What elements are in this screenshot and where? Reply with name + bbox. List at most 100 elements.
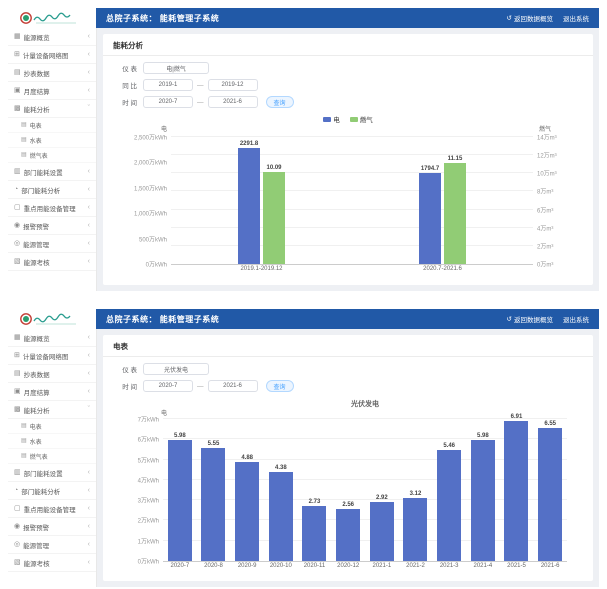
sidebar-item-label: 抄表数据 xyxy=(24,369,85,379)
sidebar-item-metering-network[interactable]: ⊞计量设备网络图‹ xyxy=(8,347,96,365)
y-axis-tick-left: 3万kWh xyxy=(138,496,159,505)
category-slot: 1794.711.152020.7-2021.6 xyxy=(352,137,533,264)
gas-bar[interactable]: 11.15 xyxy=(444,163,466,264)
time-from-input[interactable]: 2020-7 xyxy=(143,380,193,392)
bar-group: 1794.711.15 xyxy=(352,137,533,264)
header-actions: ↺返回数据概览 退出系统 xyxy=(507,309,599,329)
category-slot: 4.382020-10 xyxy=(264,419,298,561)
sidebar-item-energy-analysis[interactable]: ▩能耗分析ˇ xyxy=(8,100,96,118)
sidebar-item-key-equipment[interactable]: ▢重点用能设备管理‹ xyxy=(8,500,96,518)
compare-period-row: 同 比 2019-1 — 2019-12 xyxy=(113,79,583,91)
electric-bar[interactable]: 5.46 xyxy=(437,450,461,561)
monthly-settlement-icon: ▣ xyxy=(14,388,21,395)
electric-bar[interactable]: 5.98 xyxy=(471,440,495,561)
sidebar-item-dept-energy-settings[interactable]: ▥部门能耗设置‹ xyxy=(8,464,96,482)
sidebar-item-label: 能源概览 xyxy=(24,333,85,343)
sidebar-subitem-electric-meter[interactable]: ▤电表 xyxy=(8,118,96,133)
meter-doc-icon: ▤ xyxy=(21,423,27,429)
time-to-input[interactable]: 2021-6 xyxy=(208,96,258,108)
dept-energy-settings-icon: ▥ xyxy=(14,469,21,476)
back-to-overview-label: 返回数据概览 xyxy=(514,13,553,23)
chart-legend: 电燃气 xyxy=(113,114,583,124)
electric-bar[interactable]: 2.73 xyxy=(302,506,326,561)
electric-bar[interactable]: 6.55 xyxy=(538,428,562,561)
electric-bar[interactable]: 3.12 xyxy=(403,498,427,561)
bar-group: 2.56 xyxy=(331,419,365,561)
sidebar-item-alarm-warning[interactable]: ◉报警预警‹ xyxy=(8,518,96,536)
energy-assessment-icon: ▧ xyxy=(14,559,21,566)
sidebar-item-meter-reading[interactable]: ▤抄表数据‹ xyxy=(8,64,96,82)
meter-doc-icon: ▤ xyxy=(21,137,27,143)
page: 总院子系统： 能耗管理子系统 ↺返回数据概览 退出系统 ▦能源概览‹⊞计量设备网… xyxy=(0,0,607,587)
logout-link[interactable]: 退出系统 xyxy=(563,314,589,324)
y-axis-tick-left: 2,500万kWh xyxy=(134,133,167,142)
sidebar-item-energy-overview[interactable]: ▦能源概览‹ xyxy=(8,28,96,46)
sidebar-item-energy-management[interactable]: ◎能源管理‹ xyxy=(8,235,96,253)
electric-bar[interactable]: 4.88 xyxy=(235,462,259,561)
query-button[interactable]: 查询 xyxy=(266,380,294,392)
bar-value-label: 5.98 xyxy=(477,433,489,439)
y-axis-tick-left: 1万kWh xyxy=(138,536,159,545)
sidebar-item-energy-assessment[interactable]: ▧能源考核‹ xyxy=(8,253,96,271)
category-slot: 5.462021-3 xyxy=(432,419,466,561)
meter-select[interactable]: 光伏发电 xyxy=(143,363,209,375)
app-title: 总院子系统： 能耗管理子系统 xyxy=(96,8,219,28)
energy-analysis-icon: ▩ xyxy=(14,406,21,413)
sidebar-item-metering-network[interactable]: ⊞计量设备网络图‹ xyxy=(8,46,96,64)
back-to-overview-label: 返回数据概览 xyxy=(514,314,553,324)
sidebar-item-alarm-warning[interactable]: ◉报警预警‹ xyxy=(8,217,96,235)
sidebar-item-meter-reading[interactable]: ▤抄表数据‹ xyxy=(8,365,96,383)
legend-item[interactable]: 燃气 xyxy=(350,114,373,124)
logout-link[interactable]: 退出系统 xyxy=(563,13,589,23)
electric-bar[interactable]: 5.98 xyxy=(168,440,192,561)
time-to-input[interactable]: 2021-6 xyxy=(208,380,258,392)
sidebar-subitem-gas-meter[interactable]: ▤燃气表 xyxy=(8,449,96,464)
electric-bar[interactable]: 5.55 xyxy=(201,448,225,561)
y-axis-tick-left: 4万kWh xyxy=(138,475,159,484)
electric-bar[interactable]: 4.38 xyxy=(269,472,293,561)
sidebar-item-energy-overview[interactable]: ▦能源概览‹ xyxy=(8,329,96,347)
sidebar-item-key-equipment[interactable]: ▢重点用能设备管理‹ xyxy=(8,199,96,217)
sidebar-item-energy-assessment[interactable]: ▧能源考核‹ xyxy=(8,554,96,572)
chevron-left-icon: ‹ xyxy=(88,240,90,247)
gas-bar[interactable]: 10.09 xyxy=(263,172,285,264)
legend-item[interactable]: 电 xyxy=(323,114,340,124)
meter-filter-label: 仪 表 xyxy=(113,63,137,73)
sidebar-item-dept-energy-settings[interactable]: ▥部门能耗设置‹ xyxy=(8,163,96,181)
bar-value-label: 2.73 xyxy=(309,499,321,505)
sidebar-item-dept-energy-analysis[interactable]: ◔部门能耗分析‹ xyxy=(8,181,96,199)
dept-energy-analysis-icon: ◔ xyxy=(14,186,18,193)
chevron-left-icon: ‹ xyxy=(88,523,90,530)
metering-network-icon: ⊞ xyxy=(14,352,20,359)
electric-bar[interactable]: 2291.8 xyxy=(238,148,260,264)
bar-value-label: 4.38 xyxy=(275,465,287,471)
category-slot: 2.922021-1 xyxy=(365,419,399,561)
meter-select[interactable]: 电|燃气 xyxy=(143,62,209,74)
time-from-input[interactable]: 2020-7 xyxy=(143,96,193,108)
sidebar-subitem-gas-meter[interactable]: ▤燃气表 xyxy=(8,148,96,163)
back-to-overview-link[interactable]: ↺返回数据概览 xyxy=(507,13,553,23)
sidebar-item-monthly-settlement[interactable]: ▣月度结算‹ xyxy=(8,383,96,401)
sidebar-subitem-water-meter[interactable]: ▤水表 xyxy=(8,434,96,449)
query-button[interactable]: 查询 xyxy=(266,96,294,108)
electric-bar[interactable]: 6.91 xyxy=(504,421,528,561)
back-icon: ↺ xyxy=(507,315,512,323)
meter-doc-icon: ▤ xyxy=(21,152,27,158)
sidebar-subitem-electric-meter[interactable]: ▤电表 xyxy=(8,419,96,434)
sidebar-item-monthly-settlement[interactable]: ▣月度结算‹ xyxy=(8,82,96,100)
bar-group: 2291.810.09 xyxy=(171,137,352,264)
electric-bar[interactable]: 1794.7 xyxy=(419,173,441,264)
time-period-row: 时 间 2020-7 — 2021-6 查询 xyxy=(113,380,583,392)
compare-from-input[interactable]: 2019-1 xyxy=(143,79,193,91)
sidebar-item-dept-energy-analysis[interactable]: ◔部门能耗分析‹ xyxy=(8,482,96,500)
sidebar-item-label: 计量设备网络图 xyxy=(23,50,85,60)
compare-to-input[interactable]: 2019-12 xyxy=(208,79,258,91)
sidebar-item-energy-management[interactable]: ◎能源管理‹ xyxy=(8,536,96,554)
y-axis-tick-left: 6万kWh xyxy=(138,435,159,444)
back-to-overview-link[interactable]: ↺返回数据概览 xyxy=(507,314,553,324)
electric-bar[interactable]: 2.92 xyxy=(370,502,394,561)
sidebar-item-energy-analysis[interactable]: ▩能耗分析ˇ xyxy=(8,401,96,419)
electric-bar[interactable]: 2.56 xyxy=(336,509,360,561)
sidebar-subitem-water-meter[interactable]: ▤水表 xyxy=(8,133,96,148)
screenshot-energy-analysis: 总院子系统： 能耗管理子系统 ↺返回数据概览 退出系统 ▦能源概览‹⊞计量设备网… xyxy=(8,8,599,291)
